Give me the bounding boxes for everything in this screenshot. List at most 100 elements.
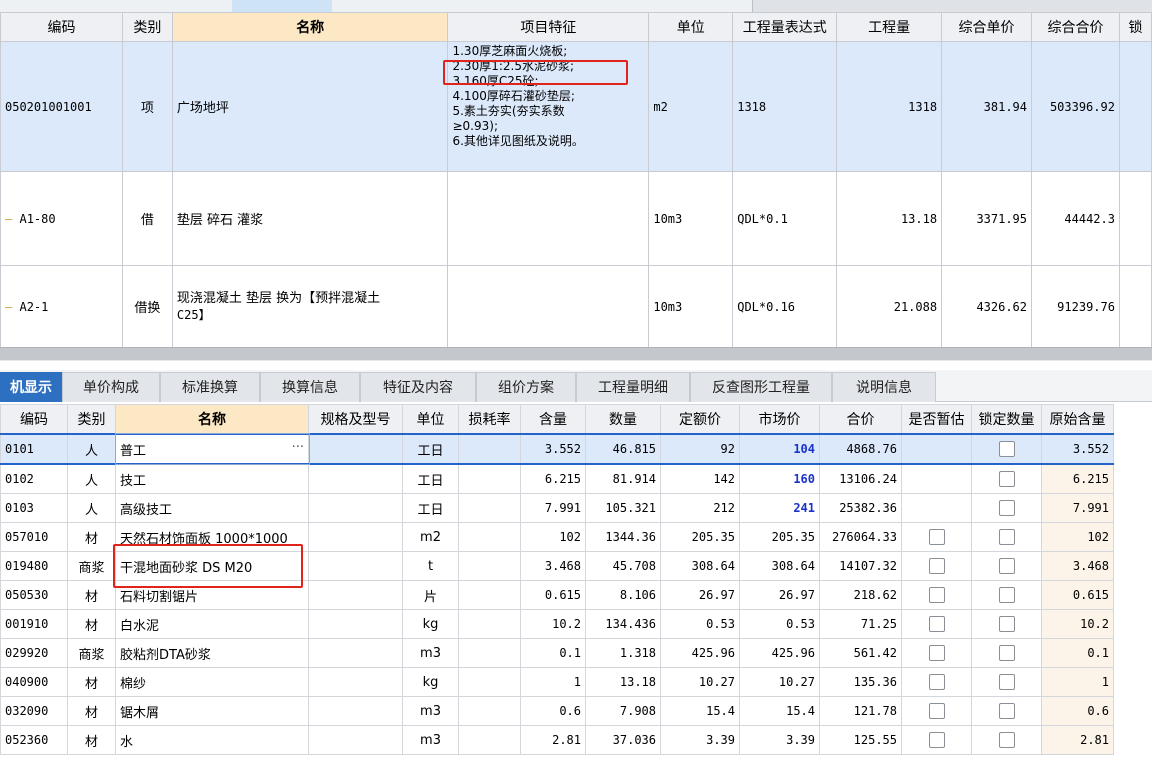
cell-lock-qty[interactable] (971, 638, 1042, 668)
top-tab[interactable] (0, 0, 67, 12)
cell-type[interactable]: 借换 (121, 265, 173, 348)
cell-lock-qty[interactable] (971, 725, 1042, 755)
lock-qty-checkbox[interactable] (998, 645, 1015, 661)
col-header-unit[interactable]: 单位 (648, 12, 734, 42)
resource-row[interactable]: 019480 商浆 干混地面砂浆 DS M20 t 3.468 45.708 308.64 3… (0, 551, 1114, 581)
cell-code[interactable]: 057010 (0, 522, 68, 552)
cell-qty[interactable]: 134.436 (585, 609, 661, 639)
col-header-name[interactable]: 名称 (115, 404, 309, 435)
cell-type[interactable]: 商浆 (67, 638, 116, 668)
top-tab[interactable] (132, 0, 233, 12)
cell-type[interactable]: 材 (67, 667, 116, 697)
cell-estimate[interactable] (901, 463, 972, 494)
cell-type[interactable]: 材 (67, 696, 116, 726)
cell-code[interactable]: 052360 (0, 725, 68, 755)
more-options-icon[interactable]: ··· (292, 440, 304, 455)
cell-content[interactable]: 7.991 (520, 493, 586, 523)
cell-spec[interactable] (308, 493, 403, 523)
resource-row[interactable]: 001910 材白水泥 kg 10.2 134.436 0.53 0.53 71.25 10.2 (0, 609, 1114, 639)
cell-name[interactable]: 普工 ··· (114, 433, 310, 465)
cell-name[interactable]: 棉纱 (115, 667, 309, 697)
col-header-unit[interactable]: 单位 (402, 404, 459, 435)
col-header-name[interactable]: 名称 (171, 12, 449, 42)
cell-qty[interactable]: 45.708 (585, 551, 661, 581)
cell-content[interactable]: 0.6 (520, 696, 586, 726)
tab-unit-price-composition[interactable]: 单价构成 (62, 372, 160, 402)
cell-features[interactable]: 1.30厚芝麻面火烧板; 2.30厚1:2.5水泥砂浆; 3.160厚C25砼;… (447, 41, 650, 172)
col-header-code[interactable]: 编码 (0, 12, 123, 42)
top-tab[interactable] (332, 0, 433, 12)
cell-unit[interactable]: 片 (402, 580, 459, 610)
cell-qty[interactable]: 46.815 (585, 433, 661, 465)
cell-type[interactable]: 项 (121, 41, 173, 172)
estimate-checkbox[interactable] (928, 703, 945, 719)
cell-loss[interactable] (458, 463, 521, 494)
cell-qty[interactable]: 8.106 (585, 580, 661, 610)
cell-estimate[interactable] (901, 433, 972, 465)
cell-lock[interactable] (1118, 265, 1152, 348)
cell-total[interactable]: 121.78 (819, 696, 902, 726)
cell-code[interactable]: — A2-1 (0, 265, 123, 348)
cell-estimate[interactable] (901, 609, 972, 639)
cell-unit[interactable]: 工日 (402, 493, 459, 523)
cell-unit[interactable]: 10m3 (648, 171, 734, 266)
col-header-content[interactable]: 含量 (520, 404, 586, 435)
cell-lock-qty[interactable] (971, 522, 1042, 552)
cell-content[interactable]: 2.81 (520, 725, 586, 755)
cell-qty[interactable]: 21.088 (836, 265, 943, 348)
top-tab[interactable] (66, 0, 133, 12)
cell-market-price[interactable]: 241 (739, 493, 820, 523)
cell-estimate[interactable] (901, 522, 972, 552)
cell-lock-qty[interactable] (971, 609, 1042, 639)
cell-quota-price[interactable]: 3.39 (660, 725, 740, 755)
resource-row[interactable]: 0102 人技工 工日 6.215 81.914 142 160 13106.24 6.215 (0, 463, 1114, 494)
lock-qty-checkbox[interactable] (998, 529, 1015, 545)
cell-market-price[interactable]: 104 (739, 433, 820, 465)
cell-type[interactable]: 材 (67, 609, 116, 639)
cell-qty[interactable]: 1.318 (585, 638, 661, 668)
cell-type[interactable]: 人 (67, 463, 116, 494)
cell-spec[interactable] (308, 696, 403, 726)
cell-name[interactable]: 锯木屑 (115, 696, 309, 726)
cell-quota-price[interactable]: 15.4 (660, 696, 740, 726)
cell-total[interactable]: 25382.36 (819, 493, 902, 523)
cell-market-price[interactable]: 205.35 (739, 522, 820, 552)
tab-standard-conversion[interactable]: 标准换算 (160, 372, 260, 402)
cell-unit-price[interactable]: 381.94 (941, 41, 1033, 172)
col-header-features[interactable]: 项目特征 (447, 12, 650, 42)
cell-loss[interactable] (458, 522, 521, 552)
lock-qty-checkbox[interactable] (998, 441, 1015, 457)
cell-name[interactable]: 水 (115, 725, 309, 755)
cell-code[interactable]: 029920 (0, 638, 68, 668)
col-header-unit-price[interactable]: 综合单价 (941, 12, 1033, 42)
cell-loss[interactable] (458, 551, 521, 581)
cell-market-price[interactable]: 26.97 (739, 580, 820, 610)
cell-lock-qty[interactable] (971, 551, 1042, 581)
cell-orig-content[interactable]: 2.81 (1041, 725, 1114, 755)
cell-total[interactable]: 276064.33 (819, 522, 902, 552)
cell-name[interactable]: 石料切割锯片 (115, 580, 309, 610)
resource-row[interactable]: 029920 商浆 胶粘剂DTA砂浆 m3 0.1 1.318 425.96 425.96 56… (0, 638, 1114, 668)
cell-features[interactable] (447, 265, 650, 348)
cell-content[interactable]: 102 (520, 522, 586, 552)
cell-unit-price[interactable]: 4326.62 (941, 265, 1033, 348)
top-tab[interactable] (432, 0, 533, 12)
cell-total[interactable]: 71.25 (819, 609, 902, 639)
cell-quota-price[interactable]: 212 (660, 493, 740, 523)
tab-reverse-graphic-quantity[interactable]: 反查图形工程量 (690, 372, 832, 402)
cell-orig-content[interactable]: 10.2 (1041, 609, 1114, 639)
cell-unit[interactable]: m3 (402, 725, 459, 755)
cell-content[interactable]: 6.215 (520, 463, 586, 494)
cell-lock-qty[interactable] (971, 696, 1042, 726)
cell-unit-price[interactable]: 3371.95 (941, 171, 1033, 266)
cell-estimate[interactable] (901, 725, 972, 755)
cell-lock-qty[interactable] (971, 580, 1042, 610)
cell-quota-price[interactable]: 308.64 (660, 551, 740, 581)
cell-lock[interactable] (1118, 41, 1152, 172)
resource-row[interactable]: 052360 材水 m3 2.81 37.036 3.39 3.39 125.55 2.81 (0, 725, 1114, 755)
cell-name[interactable]: 垫层 碎石 灌浆 (171, 171, 449, 266)
cell-orig-content[interactable]: 0.6 (1041, 696, 1114, 726)
cell-expr[interactable]: QDL*0.16 (732, 265, 838, 348)
cell-qty[interactable]: 1344.36 (585, 522, 661, 552)
cell-unit[interactable]: 工日 (402, 463, 459, 494)
